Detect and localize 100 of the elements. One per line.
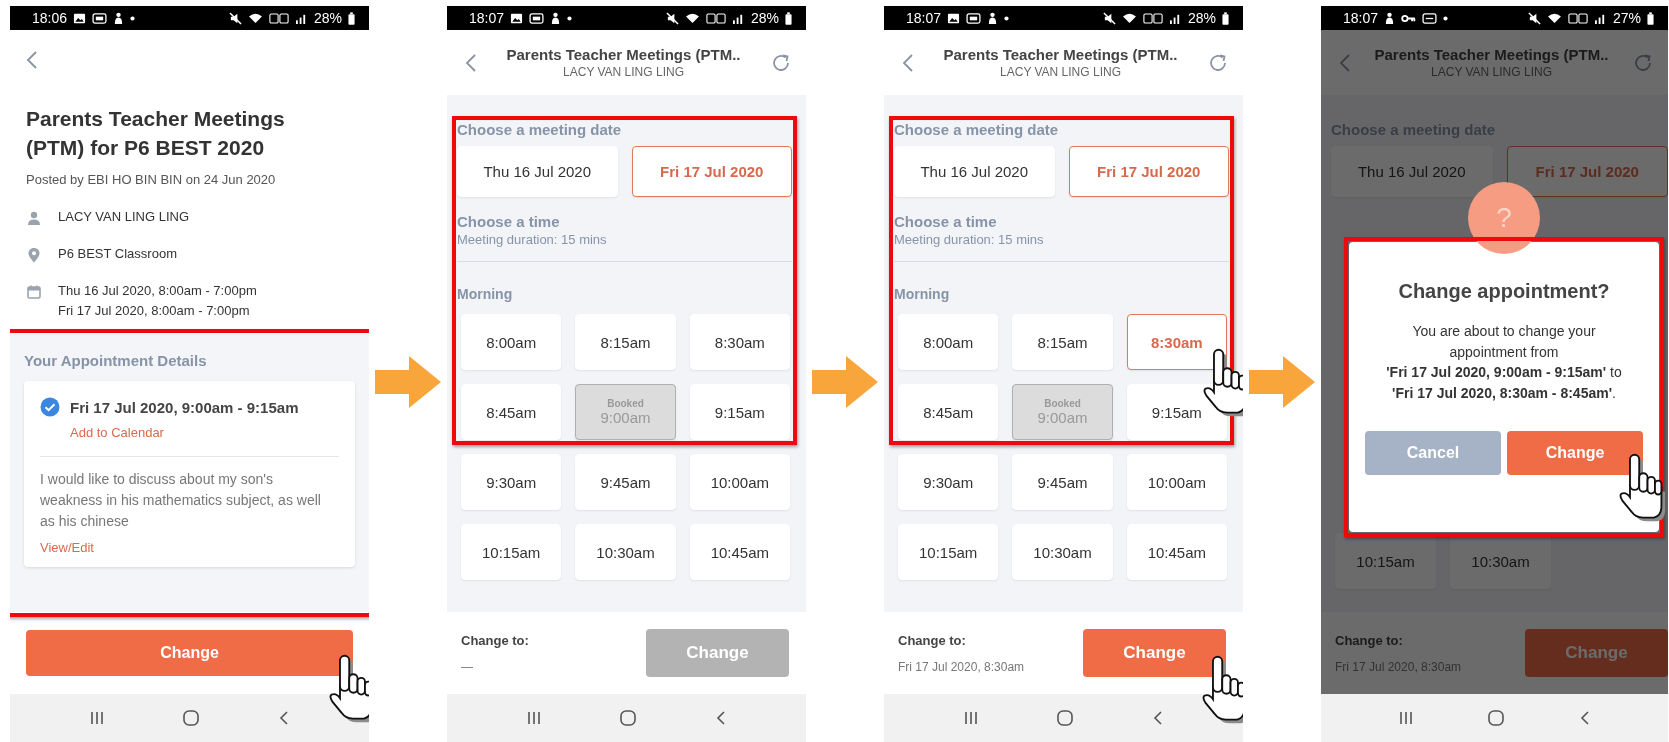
- location-pin-icon: [26, 247, 42, 263]
- back-icon[interactable]: [465, 52, 477, 73]
- dialog-title: Change appointment?: [1398, 280, 1610, 303]
- change-to-label: Change to:: [461, 632, 529, 648]
- info-text: Fri 17 Jul 2020, 8:00am - 7:00pm: [58, 303, 251, 318]
- time-slot[interactable]: 9:45am: [575, 454, 676, 510]
- period-heading: Morning: [894, 286, 951, 302]
- app-icon: [529, 12, 545, 24]
- screen-title: Parents Teacher Meetings (PTM..: [943, 46, 1178, 63]
- section-heading: Your Appointment Details: [24, 352, 208, 369]
- battery-icon: [1647, 11, 1654, 25]
- dot-icon: [567, 15, 573, 21]
- time-slot[interactable]: 10:00am: [689, 454, 790, 510]
- recent-apps-icon[interactable]: [1397, 710, 1414, 726]
- change-to-value: Fri 17 Jul 2020, 8:30am: [1335, 659, 1462, 674]
- home-icon[interactable]: [619, 709, 638, 727]
- info-text: P6 BEST Classroom: [58, 246, 177, 261]
- mute-icon: [665, 11, 679, 25]
- appointment-time: Fri 17 Jul 2020, 9:00am - 9:15am: [70, 398, 299, 416]
- date-option[interactable]: Thu 16 Jul 2020: [894, 146, 1055, 197]
- recent-apps-icon[interactable]: [525, 710, 542, 726]
- time-slot[interactable]: 8:30am: [689, 314, 790, 370]
- wifi-icon: [1121, 12, 1137, 24]
- home-icon[interactable]: [1056, 709, 1075, 727]
- calendar-icon: [26, 284, 42, 300]
- back-icon[interactable]: [902, 52, 914, 73]
- figure-icon: [113, 11, 125, 25]
- appointment-note: I would like to discuss about my son's weakness in his mathematics subject, as well as his chinese: [40, 470, 322, 531]
- screen-subtitle: LACY VAN LING LING: [1000, 65, 1121, 79]
- battery-percent: 27%: [1612, 10, 1641, 26]
- time-slot[interactable]: 10:45am: [1126, 524, 1227, 580]
- clock-text: 18:07: [469, 10, 505, 26]
- time-slot[interactable]: 8:15am: [575, 314, 676, 370]
- section-heading: Choose a meeting date: [457, 121, 623, 138]
- section-heading: Choose a time: [894, 213, 998, 230]
- back-icon[interactable]: [26, 50, 38, 70]
- arrow-icon: [812, 356, 878, 408]
- time-slot[interactable]: 9:30am: [898, 454, 999, 510]
- clock-text: 18:06: [32, 10, 68, 26]
- time-slot[interactable]: 9:30am: [461, 454, 562, 510]
- info-text: LACY VAN LING LING: [58, 209, 189, 224]
- app-icon: [966, 12, 982, 24]
- battery-percent: 28%: [313, 10, 342, 26]
- back-icon[interactable]: [278, 710, 291, 726]
- change-to-value: —: [461, 659, 474, 674]
- change-to-value: Fri 17 Jul 2020, 8:30am: [898, 659, 1025, 674]
- mute-icon: [228, 11, 242, 25]
- battery-percent: 28%: [1187, 10, 1216, 26]
- time-slot[interactable]: 10:30am: [1012, 524, 1113, 580]
- time-slot[interactable]: 10:15am: [461, 524, 562, 580]
- change-to-label: Change to:: [898, 632, 967, 648]
- time-slot[interactable]: 9:15am: [689, 384, 790, 440]
- signal-icon: [731, 12, 745, 24]
- network-icon: [1567, 12, 1588, 24]
- time-slot[interactable]: 10:15am: [898, 524, 999, 580]
- wifi-icon: [247, 12, 263, 24]
- figure-icon: [987, 11, 999, 25]
- time-slot[interactable]: 8:00am: [461, 314, 562, 370]
- section-heading: Choose a time: [457, 213, 561, 230]
- arrow-icon: [375, 356, 441, 408]
- arrow-icon: [1249, 356, 1315, 408]
- screen-subtitle: LACY VAN LING LING: [1431, 65, 1552, 79]
- recent-apps-icon[interactable]: [962, 710, 979, 726]
- duration-text: Meeting duration: 15 mins: [894, 232, 1045, 247]
- app-icon: [92, 12, 108, 24]
- image-icon: [73, 11, 87, 25]
- figure-icon: [550, 11, 562, 25]
- battery-percent: 28%: [750, 10, 779, 26]
- back-icon[interactable]: [1152, 710, 1165, 726]
- time-slot[interactable]: 10:30am: [575, 524, 676, 580]
- key-icon: [1401, 13, 1417, 23]
- time-slot[interactable]: 10:45am: [689, 524, 790, 580]
- time-slot[interactable]: 10:00am: [1126, 454, 1227, 510]
- time-slot[interactable]: 8:45am: [461, 384, 562, 440]
- battery-icon: [348, 11, 355, 25]
- network-icon: [705, 12, 726, 24]
- home-icon[interactable]: [182, 709, 201, 727]
- back-icon[interactable]: [1579, 710, 1592, 726]
- period-heading: Morning: [457, 286, 514, 302]
- info-text: Thu 16 Jul 2020, 8:00am - 7:00pm: [58, 283, 257, 298]
- time-slot[interactable]: 8:00am: [898, 314, 999, 370]
- home-icon[interactable]: [1487, 709, 1506, 727]
- add-to-calendar-link[interactable]: Add to Calendar: [70, 425, 164, 440]
- time-slot[interactable]: 9:45am: [1012, 454, 1113, 510]
- person-icon: [26, 210, 42, 226]
- dot-icon: [1443, 15, 1449, 21]
- time-slot[interactable]: 8:15am: [1012, 314, 1113, 370]
- recent-apps-icon[interactable]: [88, 710, 105, 726]
- view-edit-link[interactable]: View/Edit: [40, 540, 94, 555]
- date-option[interactable]: Thu 16 Jul 2020: [457, 146, 618, 197]
- dialog-message: You are about to change your appointment from 'Fri 17 Jul 2020, 9:00am - 9:15am' to 'Fri 17 Jul 2020, 8:30am - 8:45am'.: [1386, 322, 1622, 403]
- posted-by-text: Posted by EBI HO BIN BIN on 24 Jun 2020: [26, 172, 277, 187]
- signal-icon: [1168, 12, 1182, 24]
- signal-icon: [294, 12, 308, 24]
- screen-title: Parents Teacher Meetings (PTM..: [1374, 46, 1609, 63]
- battery-icon: [1222, 11, 1229, 25]
- time-slot[interactable]: 8:45am: [898, 384, 999, 440]
- back-icon[interactable]: [715, 710, 728, 726]
- dot-icon: [130, 15, 136, 21]
- figure-icon: [1384, 11, 1396, 25]
